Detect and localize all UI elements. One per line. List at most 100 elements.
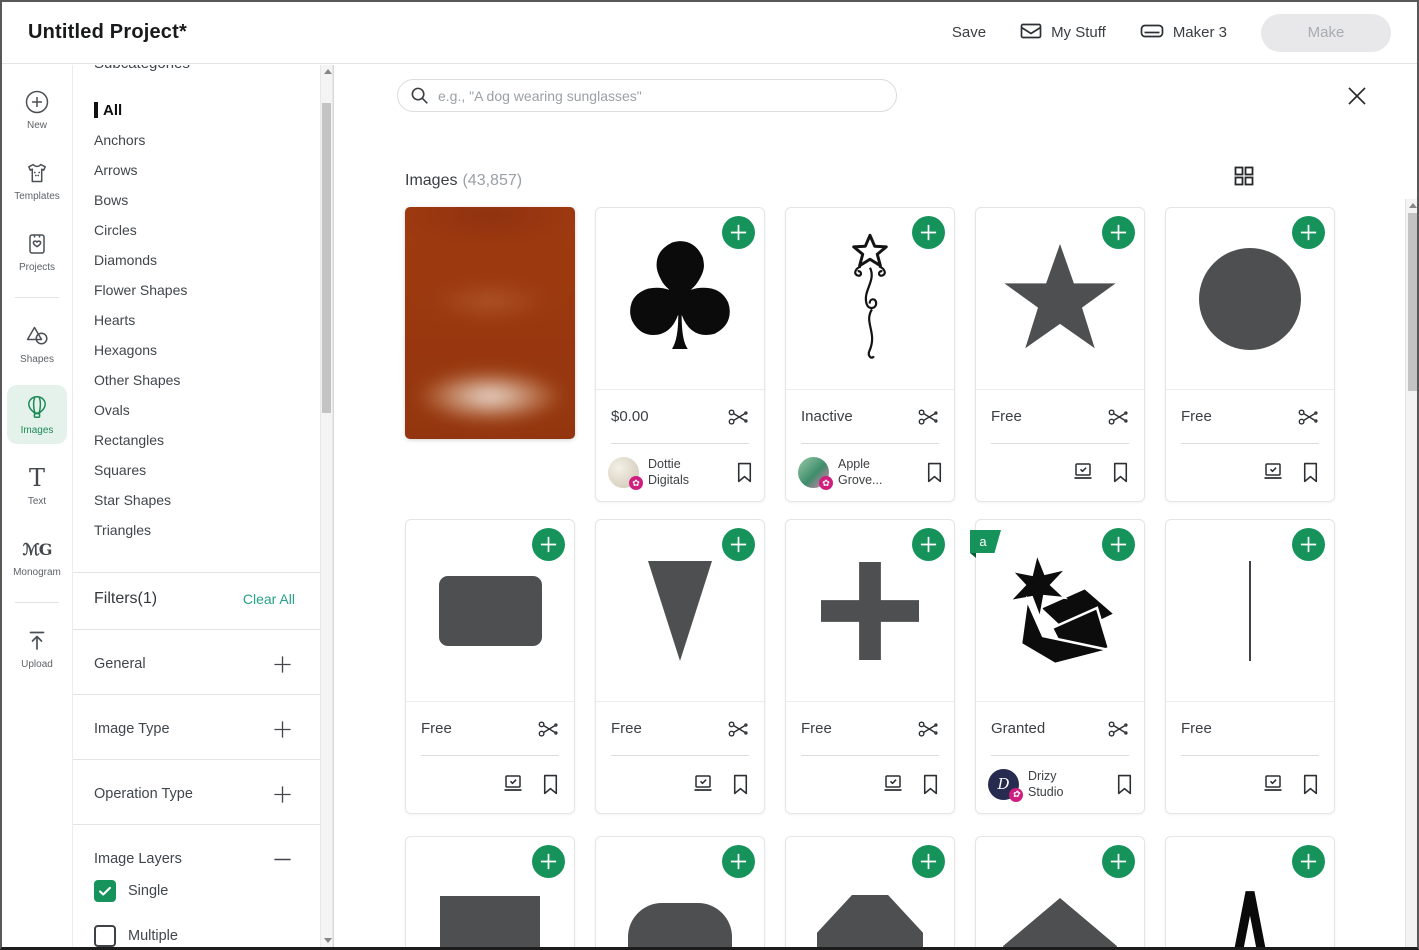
my-stuff-button[interactable]: My Stuff [1020,22,1106,44]
image-card[interactable]: Free [785,519,955,814]
add-to-canvas-button[interactable] [1102,216,1135,249]
bookmark-icon[interactable] [1302,774,1319,795]
add-to-canvas-button[interactable] [722,528,755,561]
sidebar-item-templates[interactable]: Templates [7,151,67,210]
add-to-canvas-button[interactable] [1102,528,1135,561]
clear-all-link[interactable]: Clear All [243,591,295,607]
filter-section-image-type[interactable]: Image Type [94,714,292,744]
image-preview[interactable] [596,520,764,702]
image-preview[interactable] [406,520,574,702]
image-card[interactable]: Free [1165,519,1335,814]
subcategory-all[interactable]: All [73,95,320,125]
cut-image-button[interactable] [1107,718,1129,740]
expand-icon[interactable] [273,785,292,804]
add-to-canvas-button[interactable] [912,216,945,249]
image-card[interactable]: Free [1165,207,1335,502]
image-preview[interactable] [1166,520,1334,702]
author-avatar[interactable]: D✿ [988,769,1019,800]
scroll-up-arrow[interactable] [1409,203,1417,208]
image-card[interactable] [785,836,955,950]
sidebar-item-new[interactable]: New [7,80,67,139]
close-icon[interactable] [1346,85,1368,107]
subcategory-circles[interactable]: Circles [73,215,320,245]
add-to-canvas-button[interactable] [532,845,565,878]
main-scrollbar-thumb[interactable] [1408,213,1417,391]
subcategory-flower-shapes[interactable]: Flower Shapes [73,275,320,305]
filter-section-operation-type[interactable]: Operation Type [94,779,292,809]
filter-section-general[interactable]: General [94,649,292,679]
sidebar-item-shapes[interactable]: Shapes [7,314,67,373]
add-to-canvas-button[interactable] [1292,216,1325,249]
promoted-image-card[interactable] [405,207,575,439]
single-checkbox[interactable] [94,880,116,902]
add-to-canvas-button[interactable] [1102,845,1135,878]
image-card[interactable] [405,836,575,950]
subcategory-other-shapes[interactable]: Other Shapes [73,365,320,395]
grid-view-icon[interactable] [1234,166,1254,191]
subcategory-rectangles[interactable]: Rectangles [73,425,320,455]
preview-on-mat-icon[interactable] [1261,774,1285,794]
filter-section-image-layers[interactable]: Image Layers [94,844,292,874]
image-preview[interactable] [596,837,764,950]
scroll-down-arrow[interactable] [324,938,332,943]
bookmark-icon[interactable] [542,774,559,795]
image-card[interactable]: Free [595,519,765,814]
cut-image-button[interactable] [917,406,939,428]
subcategory-ovals[interactable]: Ovals [73,395,320,425]
add-to-canvas-button[interactable] [912,528,945,561]
subcategory-hexagons[interactable]: Hexagons [73,335,320,365]
subcategory-squares[interactable]: Squares [73,455,320,485]
subcategory-hearts[interactable]: Hearts [73,305,320,335]
sidebar-item-monogram[interactable]: ℳGMonogram [7,527,67,586]
preview-on-mat-icon[interactable] [691,774,715,794]
scroll-up-arrow[interactable] [324,69,332,74]
add-to-canvas-button[interactable] [722,845,755,878]
subcategory-anchors[interactable]: Anchors [73,125,320,155]
panel-scrollbar-thumb[interactable] [322,103,331,413]
save-button[interactable]: Save [952,24,986,41]
panel-scrollbar[interactable] [320,65,333,947]
multiple-checkbox[interactable] [94,925,116,947]
search-input[interactable] [438,88,884,104]
bookmark-icon[interactable] [1302,462,1319,483]
cut-image-button[interactable] [537,718,559,740]
image-preview[interactable] [786,208,954,390]
machine-select-button[interactable]: Maker 3 [1140,23,1227,43]
cut-image-button[interactable] [727,718,749,740]
author-avatar[interactable]: ✿ [798,457,829,488]
collapse-icon[interactable] [273,850,292,869]
image-card[interactable]: Inactive✿Apple Grove... [785,207,955,502]
subcategory-triangles[interactable]: Triangles [73,515,320,545]
bookmark-icon[interactable] [926,462,943,483]
image-card[interactable]: aGrantedD✿Drizy Studio [975,519,1145,814]
image-card[interactable]: Free [405,519,575,814]
image-card[interactable] [595,836,765,950]
preview-on-mat-icon[interactable] [1071,462,1095,482]
cut-image-button[interactable] [1107,406,1129,428]
image-preview[interactable] [786,520,954,702]
bookmark-icon[interactable] [1116,774,1133,795]
author-name[interactable]: Apple Grove... [838,456,902,489]
sidebar-item-text[interactable]: TText [7,456,67,515]
cut-image-button[interactable] [917,718,939,740]
image-card[interactable]: Free [975,207,1145,502]
main-scrollbar[interactable] [1405,199,1419,947]
cut-image-button[interactable] [1297,406,1319,428]
image-preview[interactable] [406,837,574,950]
add-to-canvas-button[interactable] [1292,528,1325,561]
preview-on-mat-icon[interactable] [1261,462,1285,482]
add-to-canvas-button[interactable] [532,528,565,561]
expand-icon[interactable] [273,655,292,674]
subcategory-arrows[interactable]: Arrows [73,155,320,185]
add-to-canvas-button[interactable] [1292,845,1325,878]
image-card[interactable] [1165,836,1335,950]
subcategory-diamonds[interactable]: Diamonds [73,245,320,275]
expand-icon[interactable] [273,720,292,739]
image-preview[interactable] [1166,208,1334,390]
author-name[interactable]: Dottie Digitals [648,456,712,489]
image-preview[interactable] [1166,837,1334,950]
image-preview[interactable]: a [976,520,1144,702]
preview-on-mat-icon[interactable] [881,774,905,794]
bookmark-icon[interactable] [736,462,753,483]
author-name[interactable]: Drizy Studio [1028,768,1092,801]
